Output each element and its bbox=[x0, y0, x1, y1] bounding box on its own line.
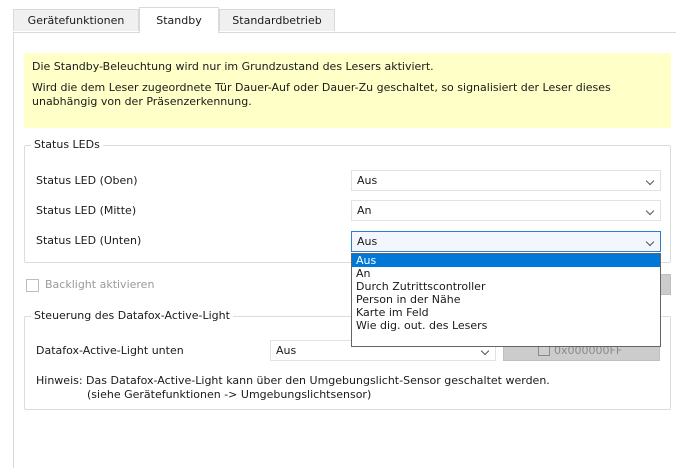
chevron-down-icon bbox=[645, 176, 655, 186]
info-text-line2: Wird die dem Leser zugeordnete Tür Dauer… bbox=[32, 81, 611, 108]
backlight-checkbox[interactable] bbox=[26, 279, 39, 292]
active-light-label: Datafox-Active-Light unten bbox=[36, 344, 184, 357]
hint-line2: (siehe Gerätefunktionen -> Umgebungslich… bbox=[87, 388, 372, 401]
tab-strip: Gerätefunktionen Standby Standardbetrieb bbox=[0, 0, 677, 33]
dropdown-option-an[interactable]: An bbox=[352, 267, 660, 280]
tab-geraetefunktionen[interactable]: Gerätefunktionen bbox=[13, 9, 139, 31]
status-led-unten-value: Aus bbox=[357, 235, 378, 248]
dropdown-option-person-in-der-naehe[interactable]: Person in der Nähe bbox=[352, 293, 660, 306]
status-led-oben-select[interactable]: Aus bbox=[351, 170, 661, 191]
status-led-oben-value: Aus bbox=[357, 174, 378, 187]
info-text-line1: Die Standby-Beleuchtung wird nur im Grun… bbox=[32, 60, 434, 73]
status-led-unten-dropdown: Aus An Durch Zutrittscontroller Person i… bbox=[351, 253, 661, 347]
active-light-title: Steuerung des Datafox-Active-Light bbox=[31, 309, 233, 323]
tab-standby[interactable]: Standby bbox=[139, 7, 219, 33]
chevron-down-icon bbox=[480, 346, 490, 356]
status-led-oben-label: Status LED (Oben) bbox=[36, 174, 138, 187]
dropdown-option-aus[interactable]: Aus bbox=[352, 254, 660, 267]
tab-standardbetrieb[interactable]: Standardbetrieb bbox=[219, 9, 335, 31]
backlight-label: Backlight aktivieren bbox=[45, 278, 155, 291]
info-box: Die Standby-Beleuchtung wird nur im Grun… bbox=[24, 53, 671, 128]
status-led-mitte-label: Status LED (Mitte) bbox=[36, 204, 137, 217]
status-led-mitte-value: An bbox=[357, 204, 372, 217]
status-leds-title: Status LEDs bbox=[31, 138, 103, 152]
dropdown-option-karte-im-feld[interactable]: Karte im Feld bbox=[352, 306, 660, 319]
status-led-unten-select[interactable]: Aus bbox=[351, 231, 661, 252]
dropdown-option-durch-zutrittscontroller[interactable]: Durch Zutrittscontroller bbox=[352, 280, 660, 293]
status-led-unten-label: Status LED (Unten) bbox=[36, 234, 142, 247]
dropdown-option-wie-dig-out[interactable]: Wie dig. out. des Lesers bbox=[352, 319, 660, 332]
status-led-mitte-select[interactable]: An bbox=[351, 200, 661, 221]
chevron-down-icon bbox=[645, 206, 655, 216]
active-light-value: Aus bbox=[276, 344, 297, 357]
chevron-down-icon bbox=[645, 237, 655, 247]
